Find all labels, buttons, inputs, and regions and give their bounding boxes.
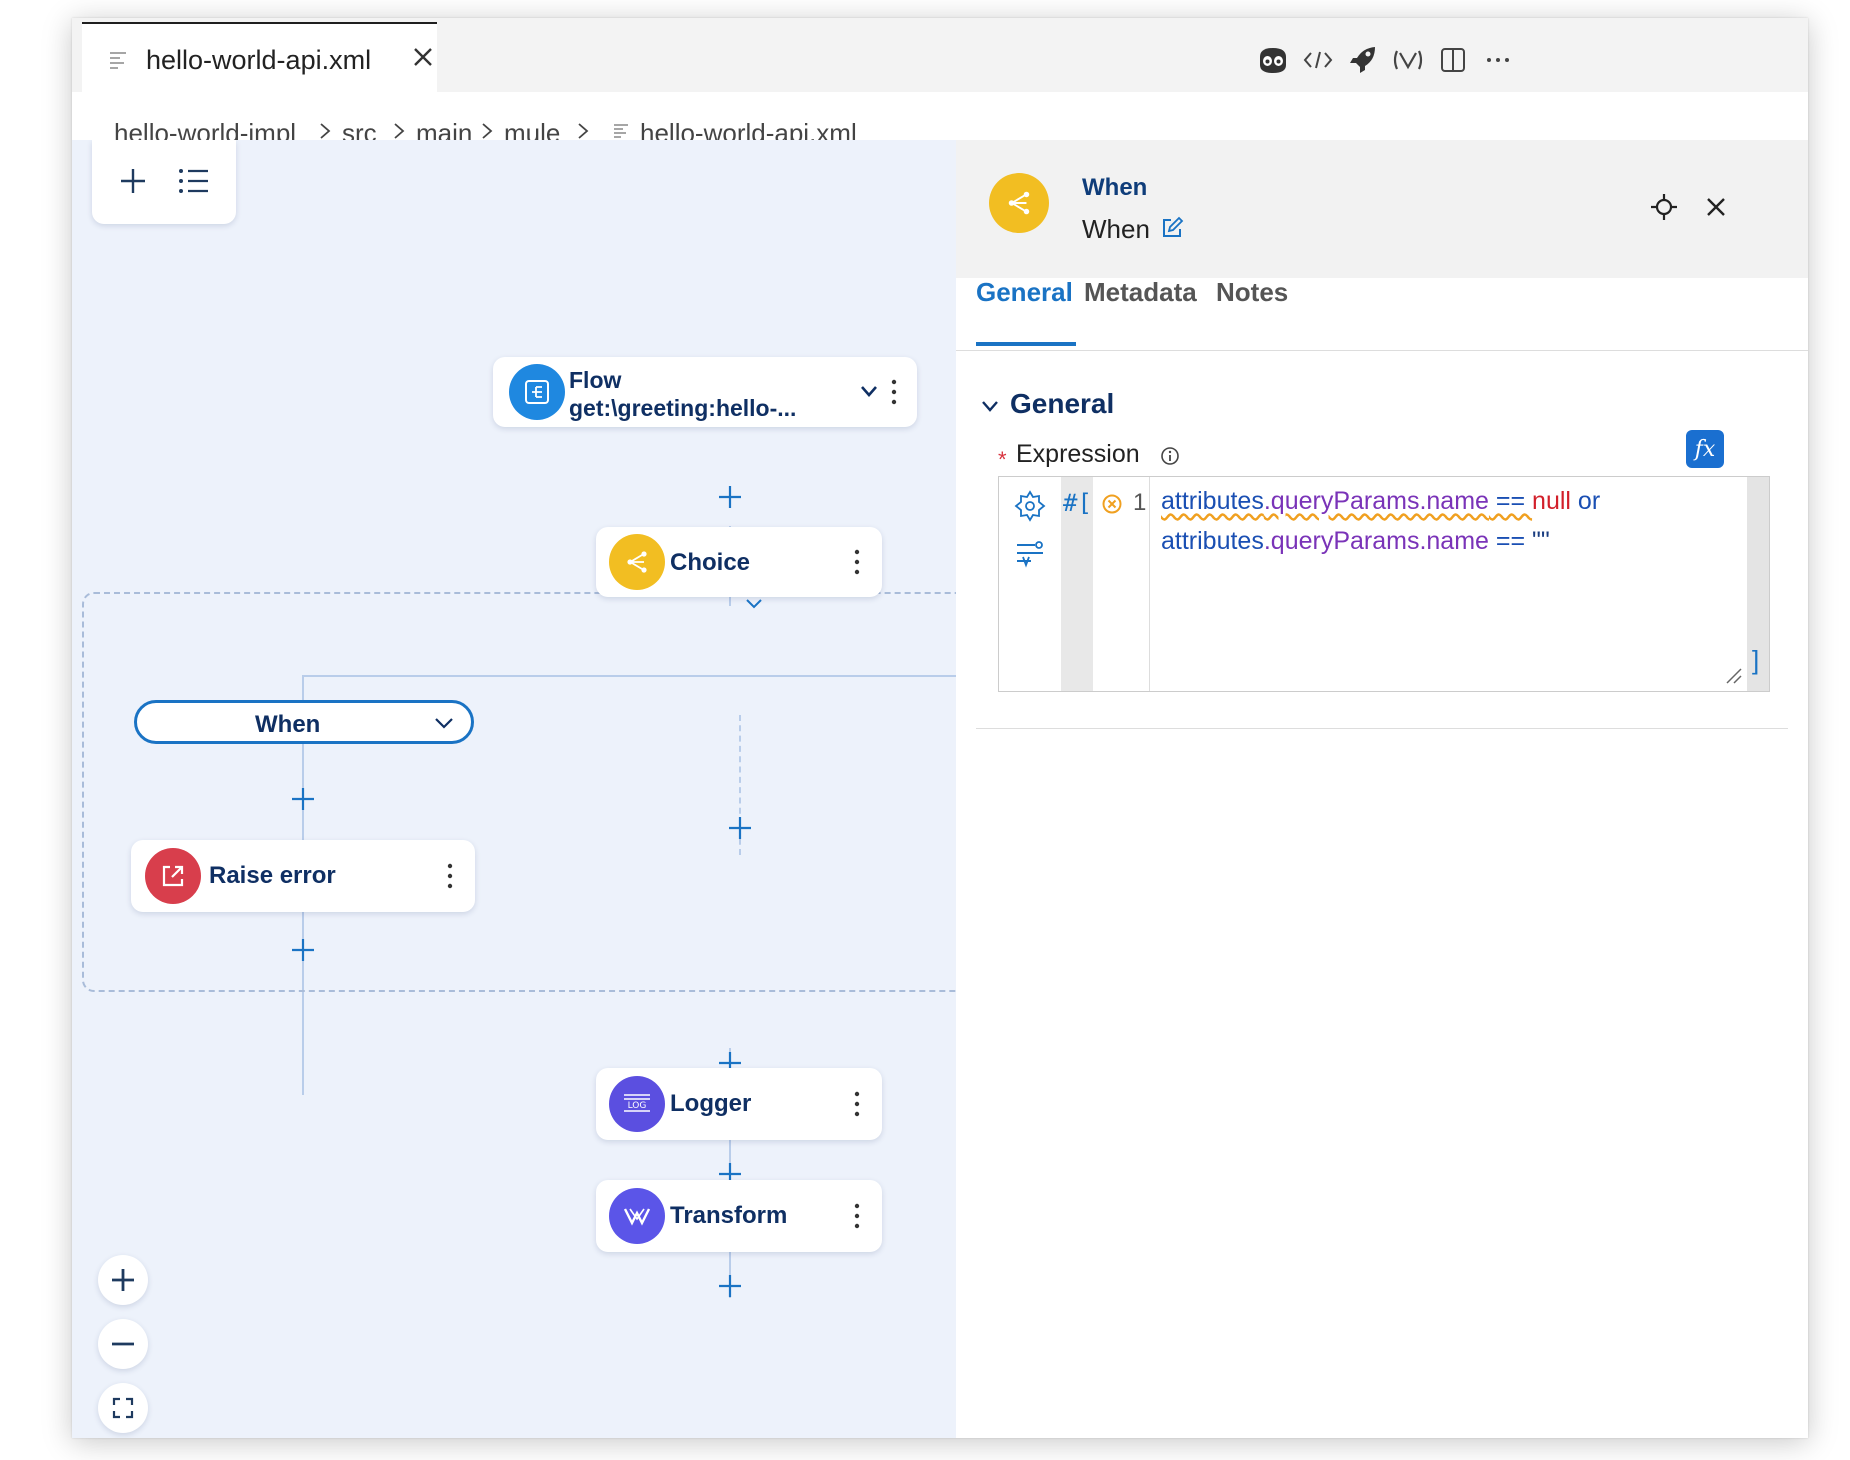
tab-notes[interactable]: Notes: [1216, 277, 1288, 308]
kebab-menu-icon[interactable]: [852, 1201, 862, 1231]
choice-icon: [609, 534, 665, 590]
format-icon[interactable]: [1013, 537, 1047, 571]
flow-subtitle: get:\greeting:hello-...: [569, 395, 797, 421]
locate-icon[interactable]: [1649, 192, 1679, 222]
logger-icon-text: LOG: [628, 1101, 647, 1111]
panel-subtitle: When: [1082, 214, 1150, 244]
logger-card[interactable]: LOG Logger: [596, 1068, 882, 1140]
info-icon[interactable]: [1160, 446, 1180, 466]
chevron-down-icon[interactable]: [980, 398, 1000, 414]
raise-error-card[interactable]: Raise error: [131, 840, 475, 912]
fit-view-button[interactable]: [98, 1383, 148, 1433]
expression-line-2[interactable]: attributes.queryParams.name == "": [1161, 527, 1550, 556]
zoom-out-button[interactable]: [98, 1319, 148, 1369]
tab-metadata[interactable]: Metadata: [1084, 277, 1197, 308]
mulesoft-icon[interactable]: [1388, 40, 1428, 80]
section-title[interactable]: General: [1010, 388, 1114, 420]
chevron-down-icon[interactable]: [744, 597, 764, 611]
when-route-label: When: [255, 711, 321, 738]
add-icon[interactable]: [118, 166, 148, 196]
add-step-icon[interactable]: [717, 1273, 743, 1299]
expression-label: Expression: [1016, 440, 1140, 468]
choice-icon: [989, 173, 1049, 233]
chevron-down-icon[interactable]: [433, 715, 455, 731]
add-step-icon[interactable]: [290, 786, 316, 812]
file-lines-icon: [614, 124, 628, 138]
flow-canvas[interactable]: Flow get:\greeting:hello-... Choice When: [72, 140, 956, 1438]
gutter-divider: [1149, 477, 1150, 691]
close-icon[interactable]: [1702, 193, 1730, 221]
fit-view-icon: [112, 1397, 134, 1419]
divider: [956, 350, 1808, 351]
tab-bar: hello-world-api.xml: [72, 18, 1808, 92]
expression-editor[interactable]: #[ 1 attributes.queryParams.name == null…: [998, 476, 1770, 692]
token: .queryParams.name: [1263, 487, 1489, 515]
editor-window: hello-world-api.xml hello-world-impl src…: [72, 18, 1808, 1438]
fx-button[interactable]: fx: [1686, 430, 1724, 468]
when-route[interactable]: When: [134, 700, 474, 744]
transform-label: Transform: [670, 1202, 788, 1229]
split-editor-icon[interactable]: [1433, 40, 1473, 80]
zoom-in-button[interactable]: [98, 1255, 148, 1305]
panel-header: When When: [956, 140, 1808, 278]
copilot-icon[interactable]: [1253, 40, 1293, 80]
tab-general[interactable]: General: [976, 277, 1073, 308]
expression-prefix: #[: [1063, 489, 1092, 517]
kebab-menu-icon[interactable]: [889, 377, 899, 407]
token: ==: [1488, 487, 1533, 515]
required-marker: *: [998, 447, 1007, 472]
tab-title: hello-world-api.xml: [146, 45, 372, 75]
token: attributes: [1161, 527, 1264, 555]
transform-card[interactable]: Transform: [596, 1180, 882, 1252]
token: .queryParams.name: [1263, 527, 1489, 555]
add-step-icon[interactable]: [290, 937, 316, 963]
token: "": [1532, 527, 1550, 555]
choice-card[interactable]: Choice: [596, 527, 882, 597]
flow-icon: [509, 364, 565, 420]
plus-icon: [112, 1269, 134, 1291]
logger-label: Logger: [670, 1090, 752, 1117]
raise-error-label: Raise error: [209, 862, 336, 889]
active-tab-indicator: [976, 342, 1076, 346]
flow-card[interactable]: Flow get:\greeting:hello-...: [493, 357, 917, 427]
deploy-rocket-icon[interactable]: [1343, 40, 1383, 80]
file-lines-icon: [110, 52, 126, 69]
expression-line-1[interactable]: attributes.queryParams.name == null or: [1161, 487, 1600, 516]
chevron-down-icon[interactable]: [859, 383, 879, 399]
editor-tab[interactable]: hello-world-api.xml: [82, 22, 437, 92]
ai-assist-icon[interactable]: [1013, 489, 1047, 523]
minus-icon: [112, 1342, 134, 1346]
logger-icon: LOG: [609, 1076, 665, 1132]
kebab-menu-icon[interactable]: [445, 861, 455, 891]
more-icon[interactable]: [1478, 40, 1518, 80]
token: or: [1570, 487, 1601, 515]
error-icon: [1102, 494, 1122, 514]
code-icon[interactable]: [1298, 40, 1338, 80]
edit-icon[interactable]: [1160, 216, 1184, 240]
transform-icon: [609, 1188, 665, 1244]
choice-label: Choice: [670, 549, 751, 576]
fx-label: fx: [1694, 436, 1716, 462]
add-step-icon[interactable]: [727, 815, 753, 841]
token: null: [1532, 487, 1571, 515]
add-step-icon[interactable]: [717, 484, 743, 510]
panel-title: When: [1082, 174, 1148, 201]
canvas-toolbar: [92, 140, 236, 224]
kebab-menu-icon[interactable]: [852, 547, 862, 577]
expression-closing: ]: [1752, 645, 1760, 675]
kebab-menu-icon[interactable]: [852, 1089, 862, 1119]
line-number: 1: [1133, 489, 1147, 516]
list-icon[interactable]: [178, 168, 210, 194]
properties-panel: When When General Metadata Notes General…: [956, 140, 1808, 1438]
raise-error-icon: [145, 848, 201, 904]
flow-title: Flow: [569, 367, 622, 393]
divider: [976, 728, 1788, 729]
token: ==: [1488, 527, 1533, 555]
token: attributes: [1161, 487, 1264, 515]
resize-handle-icon[interactable]: [1725, 667, 1743, 685]
close-tab-icon[interactable]: [406, 40, 440, 74]
choice-scope: [82, 592, 956, 992]
